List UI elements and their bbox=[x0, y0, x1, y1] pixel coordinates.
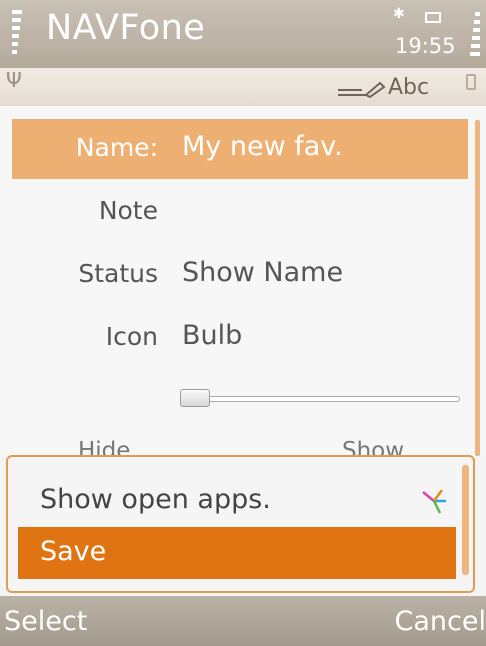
field-label: Note bbox=[98, 196, 158, 225]
softkey-bar: Select Cancel bbox=[0, 596, 486, 646]
bluetooth-icon: ✱ bbox=[393, 6, 405, 22]
clock: 19:55 bbox=[395, 34, 456, 58]
menu-item-label: Show open apps. bbox=[40, 484, 271, 515]
menu-item-label: Save bbox=[40, 536, 107, 567]
scrollbar[interactable] bbox=[475, 120, 480, 456]
antenna-icon: Ψ bbox=[6, 68, 22, 92]
popup-scrollbar[interactable] bbox=[462, 465, 469, 575]
app-title: NAVFone bbox=[46, 8, 206, 48]
menu-item-save[interactable]: Save bbox=[18, 527, 456, 579]
field-label: Icon bbox=[105, 322, 158, 351]
field-row-name[interactable]: Name: My new fav. bbox=[12, 119, 468, 179]
name-field[interactable]: My new fav. bbox=[182, 131, 343, 162]
status-strip: Ψ Abc bbox=[0, 68, 486, 106]
visibility-slider-thumb[interactable] bbox=[180, 389, 210, 407]
battery-level-icon bbox=[470, 12, 480, 64]
menu-item-show-open-apps[interactable]: Show open apps. bbox=[18, 475, 456, 527]
status-field[interactable]: Show Name bbox=[182, 257, 343, 288]
select-softkey[interactable]: Select bbox=[4, 606, 87, 637]
field-row-status[interactable]: Status Show Name bbox=[12, 245, 468, 305]
form-area: Name: My new fav. Note Status Show Name … bbox=[0, 106, 486, 464]
field-label: Status bbox=[78, 259, 158, 288]
input-mode-indicator: Abc bbox=[388, 75, 430, 100]
field-label: Name: bbox=[75, 133, 158, 162]
icon-field[interactable]: Bulb bbox=[182, 320, 242, 351]
options-popup-menu: Show open apps. Save bbox=[6, 455, 475, 593]
open-apps-icon bbox=[422, 489, 446, 514]
signal-strength-icon bbox=[12, 10, 22, 62]
field-row-icon[interactable]: Icon Bulb bbox=[12, 308, 468, 368]
title-bar: NAVFone ✱ 19:55 bbox=[0, 0, 486, 68]
visibility-slider-track[interactable] bbox=[184, 396, 460, 402]
battery-charge-icon bbox=[425, 12, 441, 23]
pen-input-icon bbox=[338, 81, 386, 99]
field-row-note[interactable]: Note bbox=[12, 182, 468, 242]
cancel-softkey[interactable]: Cancel bbox=[395, 606, 486, 637]
battery-icon bbox=[466, 74, 476, 90]
